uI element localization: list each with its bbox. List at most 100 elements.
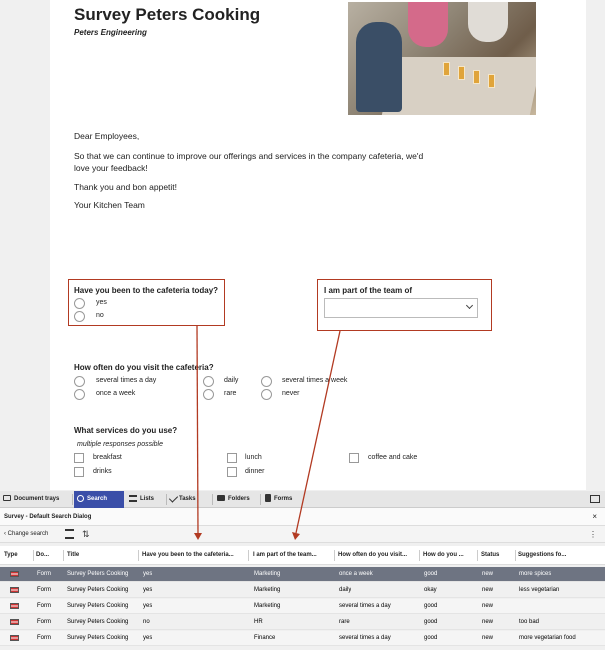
tab-forms[interactable]: Forms: [262, 491, 306, 508]
radio-daily[interactable]: [203, 376, 214, 387]
change-search-label: Change search: [7, 531, 49, 537]
option-label: several times a week: [282, 377, 348, 384]
table-cell: yes: [143, 635, 153, 641]
company-name: Peters Engineering: [74, 28, 147, 37]
page-title: Survey Peters Cooking: [74, 5, 261, 24]
radio-no[interactable]: [74, 311, 85, 322]
column-header-doc[interactable]: Do...: [36, 546, 64, 565]
team-select[interactable]: [324, 298, 478, 318]
table-cell: Form: [37, 571, 51, 577]
tray-icon: [3, 495, 11, 502]
table-row[interactable]: Form Survey Peters Cooking yes Marketing…: [0, 599, 605, 614]
greeting: Dear Employees,: [74, 131, 140, 141]
option-label: no: [96, 312, 104, 319]
table-cell: good: [424, 603, 438, 609]
list-view-icon[interactable]: [65, 529, 74, 539]
tab-label: Folders: [228, 496, 250, 502]
screen-icon[interactable]: [590, 495, 600, 503]
column-header-team[interactable]: I am part of the team...: [253, 546, 335, 565]
table-row[interactable]: Form Survey Peters Cooking no HR rare go…: [0, 615, 605, 630]
question-team: I am part of the team of: [324, 286, 413, 295]
photo-person: [468, 2, 508, 42]
form-type-icon: [10, 571, 19, 577]
option-label: breakfast: [93, 454, 122, 461]
option-label: yes: [96, 299, 107, 306]
table-row[interactable]: Form Survey Peters Cooking yes Marketing…: [0, 583, 605, 598]
tab-folders[interactable]: Folders: [214, 491, 261, 508]
radio-never[interactable]: [261, 389, 272, 400]
photo-glass: [473, 70, 480, 84]
radio-several-times-a-week[interactable]: [261, 376, 272, 387]
table-cell: yes: [143, 571, 153, 577]
dialog-header: Survey - Default Search Dialog ×: [0, 508, 605, 526]
table-cell: new: [482, 603, 494, 609]
tab-tasks[interactable]: Tasks: [168, 491, 213, 508]
tab-label: Search: [87, 496, 108, 502]
table-row[interactable]: Form Survey Peters Cooking yes Finance s…: [0, 631, 605, 646]
table-cell: rare: [339, 619, 350, 625]
table-cell: Marketing: [254, 571, 281, 577]
table-cell: several times a day: [339, 603, 391, 609]
question-visit-frequency: How often do you visit the cafeteria?: [74, 363, 214, 372]
table-cell: new: [482, 619, 494, 625]
table-cell: Form: [37, 587, 51, 593]
table-cell: Form: [37, 619, 51, 625]
tab-search[interactable]: Search: [74, 491, 124, 508]
table-cell: Form: [37, 635, 51, 641]
tab-document-trays[interactable]: Document trays: [0, 491, 73, 508]
option-label: never: [282, 390, 300, 397]
thanks-text: Thank you and bon appetit!: [74, 182, 178, 192]
radio-once-a-week[interactable]: [74, 389, 85, 400]
column-header-status[interactable]: Status: [481, 546, 516, 565]
checkbox-drinks[interactable]: [74, 467, 84, 477]
option-label: lunch: [245, 454, 262, 461]
column-header-title[interactable]: Title: [67, 546, 139, 565]
checkbox-lunch[interactable]: [227, 453, 237, 463]
change-search-button[interactable]: ‹ Change search: [4, 526, 48, 543]
table-cell: no: [143, 619, 150, 625]
photo-glass: [443, 62, 450, 76]
option-label: several times a day: [96, 377, 157, 384]
table-cell: Survey Peters Cooking: [67, 603, 129, 609]
tab-lists[interactable]: Lists: [126, 491, 167, 508]
table-cell: Survey Peters Cooking: [67, 571, 129, 577]
search-icon: [77, 494, 84, 502]
form-type-icon: [10, 619, 19, 625]
column-header-visit-frequency[interactable]: How often do you visit...: [338, 546, 420, 565]
app-root: Survey Peters Cooking Peters Engineering…: [0, 0, 605, 650]
more-options-icon[interactable]: ⋮: [589, 526, 597, 543]
column-header-suggestions[interactable]: Suggestions fo...: [518, 546, 598, 565]
close-icon[interactable]: ×: [592, 508, 597, 526]
table-cell: good: [424, 571, 438, 577]
checkbox-dinner[interactable]: [227, 467, 237, 477]
intro-text: So that we can continue to improve our o…: [74, 151, 424, 161]
radio-several-times-a-day[interactable]: [74, 376, 85, 387]
option-label: drinks: [93, 468, 112, 475]
tab-label: Lists: [140, 496, 155, 502]
table-cell: new: [482, 635, 494, 641]
column-header-rating[interactable]: How do you ...: [423, 546, 478, 565]
table-row[interactable]: Form Survey Peters Cooking yes Marketing…: [0, 567, 605, 582]
cafeteria-photo: [348, 2, 536, 115]
table-cell: daily: [339, 587, 352, 593]
radio-rare[interactable]: [203, 389, 214, 400]
table-cell: Form: [37, 603, 51, 609]
table-cell: Survey Peters Cooking: [67, 619, 129, 625]
column-header-type[interactable]: Type: [4, 546, 34, 565]
table-cell: new: [482, 571, 494, 577]
table-cell: yes: [143, 587, 153, 593]
folder-icon: [217, 495, 225, 502]
checkmark-icon: [168, 493, 179, 504]
checkbox-coffee-and-cake[interactable]: [349, 453, 359, 463]
checkbox-breakfast[interactable]: [74, 453, 84, 463]
sort-icon[interactable]: ⇅: [82, 529, 91, 539]
table-cell: good: [424, 635, 438, 641]
radio-yes[interactable]: [74, 298, 85, 309]
question-services: What services do you use?: [74, 426, 178, 435]
option-label: daily: [224, 377, 239, 384]
table-cell: less vegetarian: [519, 587, 560, 593]
option-label: dinner: [245, 468, 265, 475]
column-header-cafeteria-today[interactable]: Have you been to the cafeteria...: [142, 546, 249, 565]
survey-form: Survey Peters Cooking Peters Engineering…: [50, 0, 586, 490]
intro-text: love your feedback!: [74, 163, 148, 173]
